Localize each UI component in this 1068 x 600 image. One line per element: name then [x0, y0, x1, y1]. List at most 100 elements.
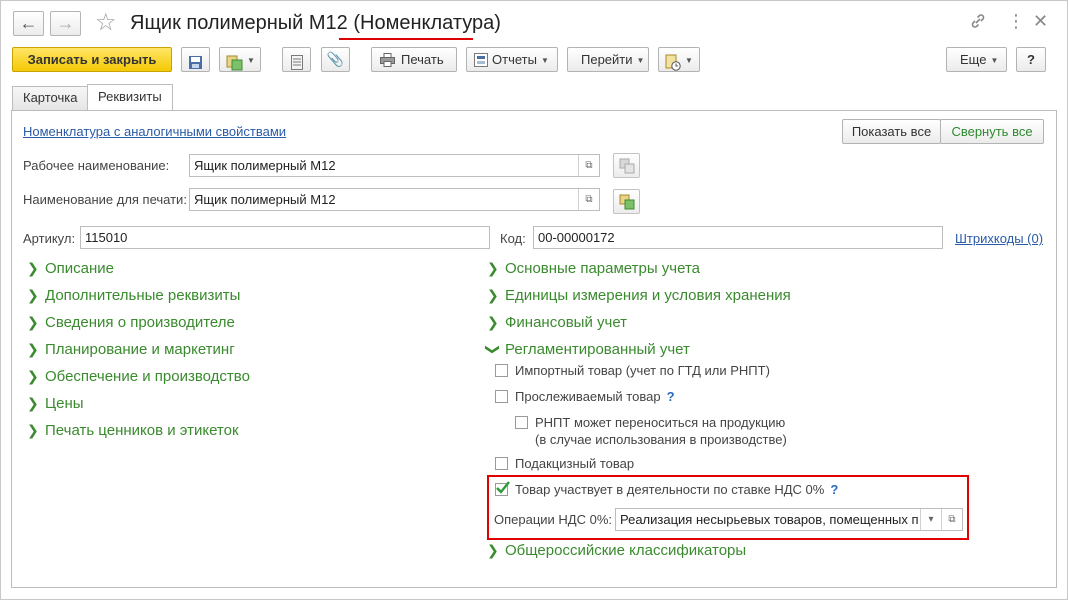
chevron-right-icon: ❯ — [487, 287, 499, 303]
barcodes-link[interactable]: Штрихкоды (0) — [955, 231, 1043, 246]
chevron-right-icon: ❯ — [27, 314, 39, 330]
arrow-left-icon: ← — [19, 13, 38, 33]
vat0-label: Товар участвует в деятельности по ставке… — [515, 482, 839, 497]
vat0-ops-select[interactable]: Реализация несырьевых товаров, помещенны… — [615, 508, 963, 531]
chevron-right-icon: ❯ — [27, 260, 39, 276]
chevron-right-icon: ❯ — [27, 422, 39, 438]
rnpt-label-line2: (в случае использования в производстве) — [535, 432, 787, 447]
form-window: ← → ☆ Ящик полимерный М12 (Номенклатура)… — [0, 0, 1068, 600]
more-label: Еще — [960, 52, 987, 67]
tab-card[interactable]: Карточка — [12, 86, 89, 110]
traceable-label: Прослеживаемый товар? — [515, 389, 675, 404]
group-regulated[interactable]: ❯ Регламентированный учет — [485, 341, 690, 358]
reports-icon — [474, 52, 488, 67]
goto-button[interactable]: Перейти ▼ — [567, 47, 649, 72]
window-title: Ящик полимерный М12 (Номенклатура) — [130, 12, 501, 35]
article-label: Артикул: — [23, 231, 76, 246]
group-additional-requisites[interactable]: ❯ Дополнительные реквизиты — [27, 287, 240, 304]
checkmark-icon — [496, 481, 510, 494]
close-icon[interactable]: ✕ — [1033, 11, 1048, 32]
group-description[interactable]: ❯ Описание — [27, 260, 114, 277]
open-icon[interactable]: ⧉ — [578, 189, 599, 210]
working-name-value: Ящик полимерный М12 — [194, 158, 336, 173]
chevron-right-icon: ❯ — [27, 395, 39, 411]
article-field[interactable]: 115010 — [80, 226, 490, 249]
save-button[interactable] — [181, 47, 210, 72]
chevron-right-icon: ❯ — [487, 314, 499, 330]
copy-print-name-button[interactable] — [613, 189, 640, 214]
code-field[interactable]: 00-00000172 — [533, 226, 943, 249]
vat0-ops-value: Реализация несырьевых товаров, помещенны… — [620, 512, 919, 527]
chevron-down-icon[interactable]: ▾ — [920, 509, 941, 530]
help-icon[interactable]: ? — [667, 389, 675, 404]
import-goods-checkbox[interactable] — [495, 364, 508, 377]
goto-label: Перейти — [581, 52, 633, 67]
excise-checkbox[interactable] — [495, 457, 508, 470]
working-name-field[interactable]: Ящик полимерный М12 ⧉ — [189, 154, 600, 177]
print-name-value: Ящик полимерный М12 — [194, 192, 336, 207]
print-button[interactable]: Печать — [371, 47, 457, 72]
group-prices[interactable]: ❯ Цены — [27, 395, 84, 412]
save-close-button[interactable]: Записать и закрыть — [12, 47, 172, 72]
reports-button[interactable]: Отчеты ▼ — [466, 47, 558, 72]
rnpt-label-line1: РНПТ может переноситься на продукцию — [535, 415, 786, 430]
group-units-storage[interactable]: ❯ Единицы измерения и условия хранения — [487, 287, 791, 304]
collapse-all-button[interactable]: Свернуть все — [940, 119, 1044, 144]
title-underline — [339, 38, 473, 40]
chevron-right-icon: ❯ — [487, 542, 499, 558]
floppy-icon — [189, 56, 202, 70]
printer-icon — [380, 52, 395, 67]
group-classifiers[interactable]: ❯ Общероссийские классификаторы — [487, 542, 746, 559]
task-clock-icon — [665, 54, 681, 71]
group-manufacturer[interactable]: ❯ Сведения о производителе — [27, 314, 235, 331]
more-button[interactable]: Еще ▼ — [946, 47, 1007, 72]
print-name-label: Наименование для печати: — [23, 192, 187, 207]
tab-requisites[interactable]: Реквизиты — [87, 84, 173, 110]
reports-label: Отчеты — [492, 52, 537, 67]
link-icon[interactable] — [970, 13, 986, 34]
arrow-right-icon: → — [56, 13, 75, 33]
vat0-checkbox[interactable] — [495, 481, 510, 496]
chevron-right-icon: ❯ — [487, 260, 499, 276]
traceable-checkbox[interactable] — [495, 390, 508, 403]
group-planning-marketing[interactable]: ❯ Планирование и маркетинг — [27, 341, 235, 358]
group-price-tags[interactable]: ❯ Печать ценников и этикеток — [27, 422, 239, 439]
chevron-right-icon: ❯ — [27, 287, 39, 303]
show-all-button[interactable]: Показать все — [842, 119, 941, 144]
help-icon[interactable]: ? — [830, 482, 838, 497]
rnpt-checkbox[interactable] — [515, 416, 528, 429]
paperclip-icon: 📎 — [326, 51, 345, 67]
vat0-ops-label: Операции НДС 0%: — [494, 512, 613, 527]
code-label: Код: — [500, 231, 526, 246]
group-financial[interactable]: ❯ Финансовый учет — [487, 314, 627, 331]
similar-items-link[interactable]: Номенклатура с аналогичными свойствами — [23, 124, 286, 139]
create-based-on-icon — [226, 55, 243, 71]
document-list-icon — [291, 55, 303, 71]
excise-label: Подакцизный товар — [515, 456, 635, 471]
structure-button[interactable] — [282, 47, 311, 72]
copy-disabled-icon — [619, 158, 635, 174]
print-name-field[interactable]: Ящик полимерный М12 ⧉ — [189, 188, 600, 211]
open-icon[interactable]: ⧉ — [578, 155, 599, 176]
group-supply-production[interactable]: ❯ Обеспечение и производство — [27, 368, 250, 385]
chevron-right-icon: ❯ — [27, 341, 39, 357]
chevron-down-icon: ❯ — [485, 343, 502, 356]
working-name-label: Рабочее наименование: — [23, 158, 170, 173]
chevron-right-icon: ❯ — [27, 368, 39, 384]
tasks-button[interactable]: ▼ — [658, 47, 700, 72]
back-button[interactable]: ← — [13, 11, 44, 36]
forward-button[interactable]: → — [50, 11, 81, 36]
create-based-on-button[interactable]: ▼ — [219, 47, 261, 72]
attach-button[interactable]: 📎 — [321, 47, 350, 72]
open-icon[interactable]: ⧉ — [941, 509, 962, 530]
title-type: (Номенклатура) — [353, 12, 501, 34]
star-icon[interactable]: ☆ — [95, 10, 117, 36]
copy-name-button[interactable] — [613, 153, 640, 178]
group-main-params[interactable]: ❯ Основные параметры учета — [487, 260, 700, 277]
import-goods-label: Импортный товар (учет по ГТД или РНПТ) — [515, 363, 770, 378]
copy-icon — [619, 194, 635, 210]
help-button[interactable]: ? — [1016, 47, 1046, 72]
more-vert-icon[interactable]: ⋮ — [1007, 11, 1025, 32]
print-label: Печать — [401, 52, 444, 67]
title-main: Ящик полимерный М12 — [130, 12, 348, 34]
